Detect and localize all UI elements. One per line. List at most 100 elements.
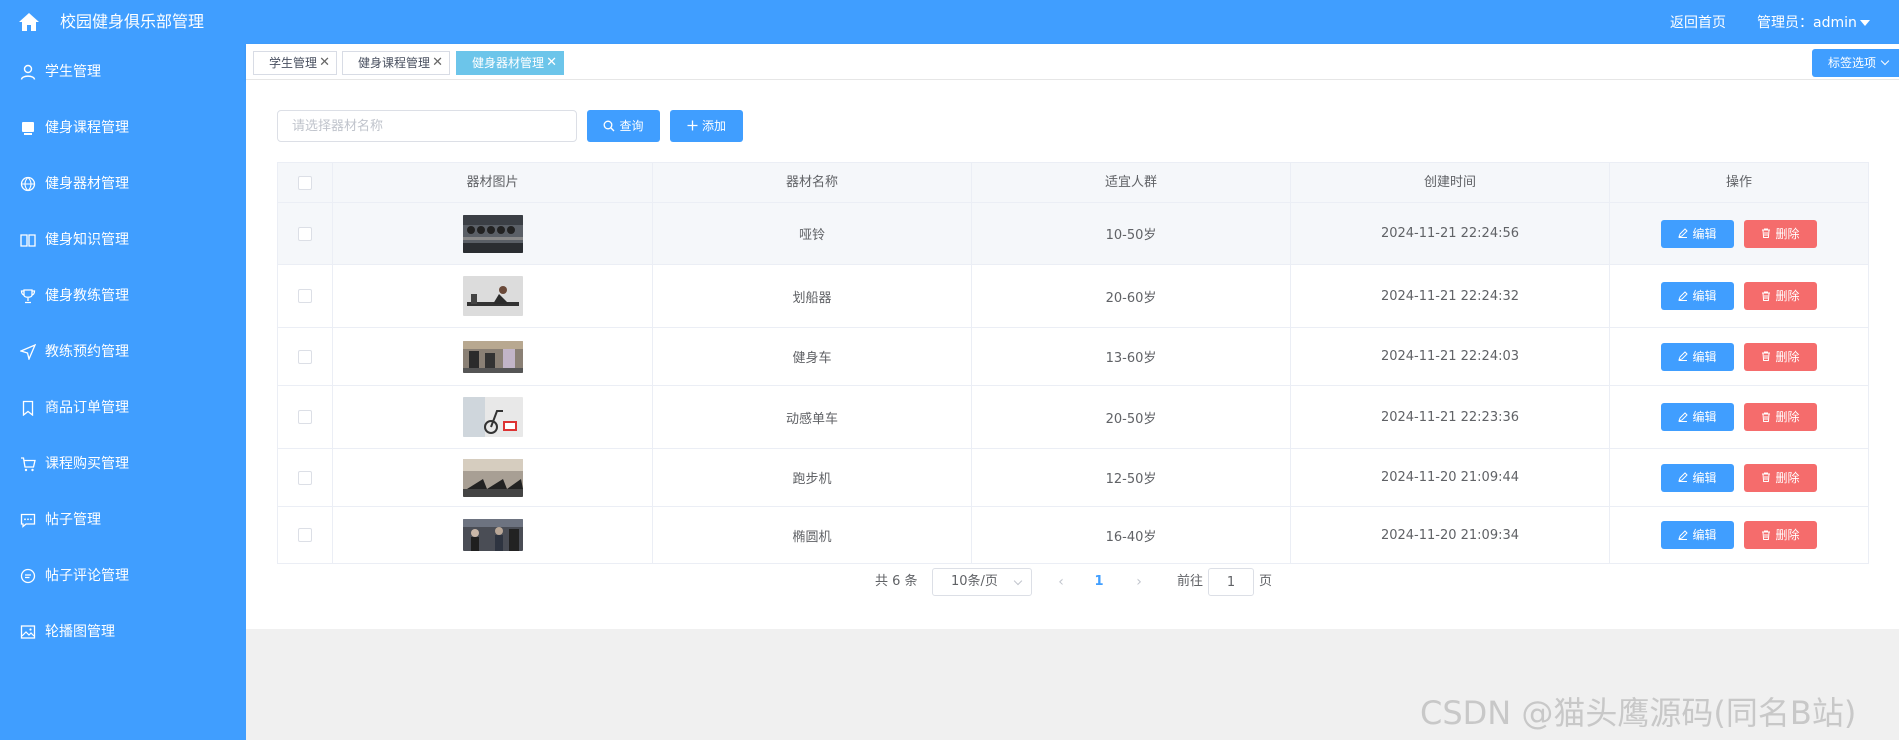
delete-label: 删除 — [1775, 226, 1800, 241]
row-checkbox[interactable] — [298, 528, 312, 542]
page-number[interactable]: 1 — [1089, 568, 1109, 596]
operation-cell: 编辑 删除 — [1610, 265, 1868, 327]
page-size-select[interactable]: 10条/页 — [932, 568, 1032, 596]
search-input[interactable] — [277, 110, 577, 142]
edit-button[interactable]: 编辑 — [1661, 282, 1734, 310]
equipment-image — [462, 276, 523, 316]
tag-label: 学生管理 — [269, 56, 318, 70]
sidebar-item-equipment[interactable]: 健身器材管理 — [0, 156, 246, 212]
row-select-cell — [278, 203, 333, 264]
basketball-icon — [20, 176, 36, 192]
sidebar-item-label: 健身课程管理 — [45, 120, 129, 136]
chat-bubble-icon — [20, 568, 36, 584]
pagination: 共 6 条 10条/页 ‹ 1 › 前往 页 — [246, 568, 1899, 596]
sidebar-item-posts[interactable]: 帖子管理 — [0, 492, 246, 548]
row-checkbox[interactable] — [298, 349, 312, 364]
edit-icon — [1678, 228, 1689, 238]
table-header: 器材图片 器材名称 适宜人群 创建时间 操作 — [278, 163, 1868, 203]
delete-label: 删除 — [1775, 289, 1800, 303]
row-checkbox[interactable] — [298, 226, 312, 241]
table-row[interactable]: 哑铃 10-50岁 2024-11-21 22:24:56 编辑 删除 — [278, 203, 1868, 265]
sidebar-item-label: 健身器材管理 — [45, 176, 129, 192]
back-home-link[interactable]: 返回首页 — [1670, 14, 1726, 32]
total-count: 共 6 条 — [875, 574, 918, 589]
sidebar: 学生管理 健身课程管理 健身器材管理 健身知识管理 健身教练管理 教练预约管理 … — [0, 44, 246, 740]
edit-button[interactable]: 编辑 — [1661, 342, 1734, 371]
sidebar-item-appointments[interactable]: 教练预约管理 — [0, 324, 246, 380]
tag-label: 健身器材管理 — [472, 56, 545, 70]
close-icon[interactable]: ✕ — [432, 52, 443, 74]
tag-label: 健身课程管理 — [358, 56, 431, 70]
operation-cell: 编辑 删除 — [1610, 386, 1868, 448]
trash-icon — [1762, 228, 1771, 238]
prev-page-icon[interactable]: ‹ — [1051, 568, 1071, 596]
watermark: CSDN @猫头鹰源码(同名B站) — [1420, 694, 1857, 732]
tag-students[interactable]: 学生管理 ✕ — [253, 51, 337, 75]
cart-icon — [21, 457, 36, 472]
tag-equipment[interactable]: 健身器材管理 ✕ — [456, 51, 564, 75]
page-size-value: 10条/页 — [951, 574, 998, 589]
sidebar-item-courses[interactable]: 健身课程管理 — [0, 100, 246, 156]
table-row[interactable]: 椭圆机 16-40岁 2024-11-20 21:09:34 编辑 删除 — [278, 507, 1868, 563]
delete-button[interactable]: 删除 — [1744, 219, 1817, 248]
admin-dropdown[interactable]: 管理员：admin — [1757, 14, 1870, 32]
goto-page-input[interactable] — [1208, 568, 1254, 596]
column-header: 适宜人群 — [972, 163, 1291, 203]
sidebar-item-label: 帖子管理 — [45, 512, 101, 528]
edit-label: 编辑 — [1692, 349, 1717, 364]
edit-button[interactable]: 编辑 — [1661, 219, 1734, 248]
delete-button[interactable]: 删除 — [1744, 282, 1817, 310]
edit-button[interactable]: 编辑 — [1661, 463, 1734, 492]
sidebar-item-knowledge[interactable]: 健身知识管理 — [0, 212, 246, 268]
delete-button[interactable]: 删除 — [1744, 463, 1817, 492]
created-time: 2024-11-20 21:09:34 — [1291, 507, 1610, 563]
edit-button[interactable]: 编辑 — [1661, 403, 1734, 431]
sidebar-item-label: 教练预约管理 — [45, 344, 129, 360]
edit-button[interactable]: 编辑 — [1661, 521, 1734, 549]
row-select-cell — [278, 449, 333, 506]
add-button[interactable]: 添加 — [670, 110, 743, 142]
row-checkbox[interactable] — [298, 289, 312, 303]
sidebar-item-label: 课程购买管理 — [45, 456, 129, 472]
book-icon — [20, 234, 36, 247]
next-page-icon[interactable]: › — [1129, 568, 1149, 596]
page-unit-label: 页 — [1259, 574, 1273, 589]
sidebar-item-orders[interactable]: 商品订单管理 — [0, 380, 246, 436]
column-header: 创建时间 — [1291, 163, 1610, 203]
crowd: 16-40岁 — [972, 507, 1291, 563]
crowd: 20-60岁 — [972, 265, 1291, 327]
select-all-checkbox[interactable] — [298, 176, 312, 190]
query-button[interactable]: 查询 — [587, 110, 660, 142]
edit-label: 编辑 — [1692, 410, 1717, 424]
sidebar-item-carousel[interactable]: 轮播图管理 — [0, 604, 246, 660]
row-checkbox[interactable] — [298, 470, 312, 485]
sidebar-item-coaches[interactable]: 健身教练管理 — [0, 268, 246, 324]
sidebar-item-label: 轮播图管理 — [45, 624, 115, 640]
tag-options-button[interactable]: 标签选项 — [1812, 49, 1899, 77]
table-row[interactable]: 跑步机 12-50岁 2024-11-20 21:09:44 编辑 删除 — [278, 449, 1868, 507]
close-icon[interactable]: ✕ — [319, 52, 330, 74]
home-icon[interactable] — [18, 12, 40, 32]
image-cell — [333, 449, 653, 506]
sidebar-item-purchases[interactable]: 课程购买管理 — [0, 436, 246, 492]
row-checkbox[interactable] — [298, 410, 312, 424]
table-row[interactable]: 健身车 13-60岁 2024-11-21 22:24:03 编辑 删除 — [278, 328, 1868, 386]
delete-button[interactable]: 删除 — [1744, 521, 1817, 549]
sidebar-item-label: 健身教练管理 — [45, 288, 129, 304]
delete-button[interactable]: 删除 — [1744, 342, 1817, 371]
created-time: 2024-11-21 22:23:36 — [1291, 386, 1610, 448]
table-row[interactable]: 划船器 20-60岁 2024-11-21 22:24:32 编辑 删除 — [278, 265, 1868, 328]
sidebar-item-label: 健身知识管理 — [45, 232, 129, 248]
sidebar-item-comments[interactable]: 帖子评论管理 — [0, 548, 246, 604]
delete-label: 删除 — [1775, 410, 1800, 424]
image-cell — [333, 507, 653, 563]
equipment-image — [462, 519, 523, 551]
delete-button[interactable]: 删除 — [1744, 403, 1817, 431]
sidebar-item-students[interactable]: 学生管理 — [0, 44, 246, 100]
tag-courses[interactable]: 健身课程管理 ✕ — [342, 51, 450, 75]
table-row[interactable]: 动感单车 20-50岁 2024-11-21 22:23:36 编辑 删除 — [278, 386, 1868, 449]
equipment-name: 划船器 — [653, 265, 972, 327]
close-icon[interactable]: ✕ — [546, 52, 557, 74]
trash-icon — [1762, 530, 1771, 540]
crowd: 10-50岁 — [972, 203, 1291, 264]
